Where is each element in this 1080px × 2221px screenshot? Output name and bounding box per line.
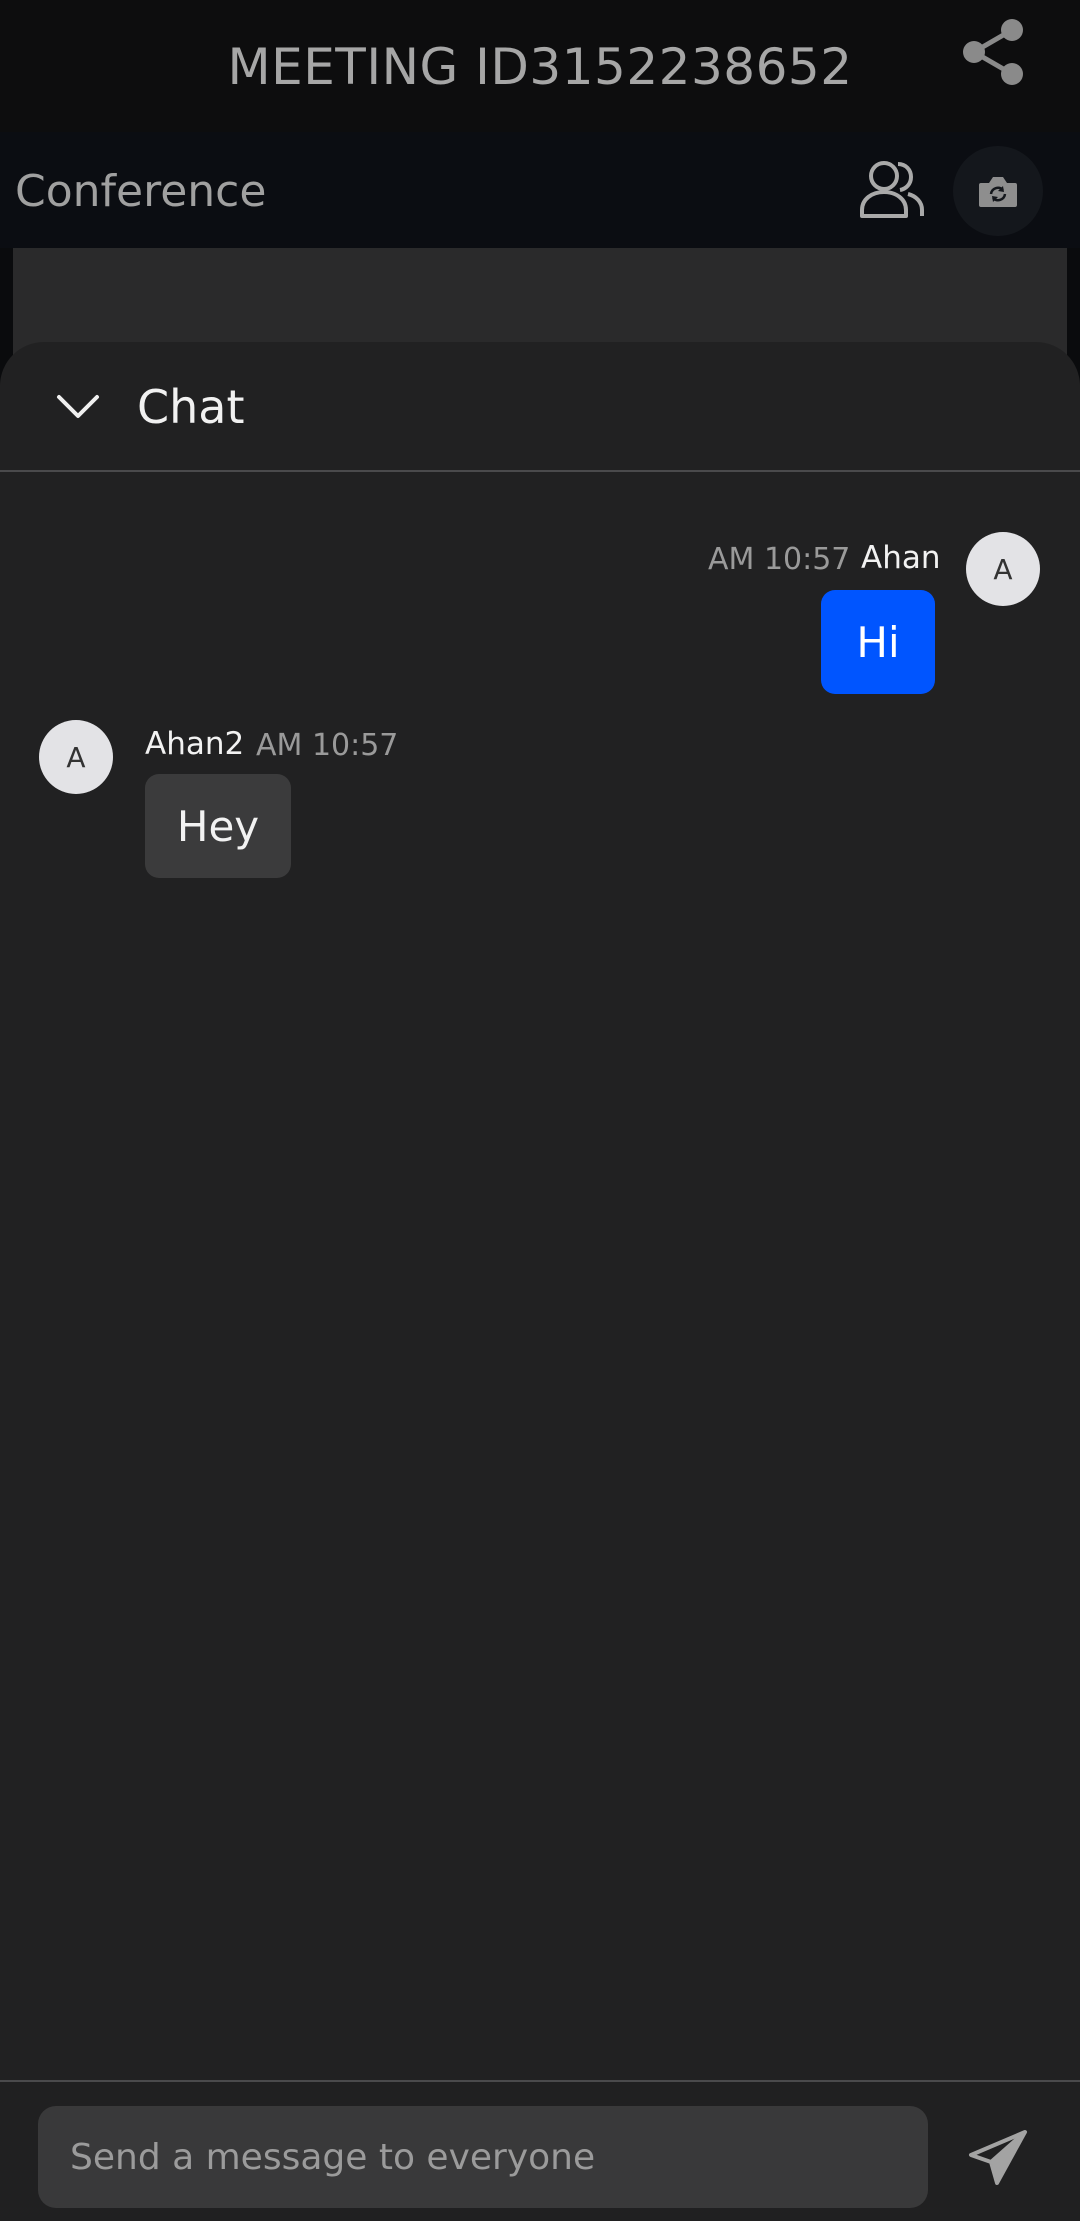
share-icon bbox=[963, 19, 1023, 85]
message-bubble: Hey bbox=[145, 774, 291, 878]
meeting-id-title: MEETING ID3152238652 bbox=[227, 38, 853, 96]
avatar: A bbox=[966, 532, 1040, 606]
share-button[interactable] bbox=[958, 14, 1030, 90]
chat-title: Chat bbox=[137, 380, 245, 434]
switch-camera-button[interactable] bbox=[953, 146, 1043, 236]
chevron-down-icon bbox=[57, 395, 99, 418]
message-composer bbox=[0, 2080, 1080, 2221]
message-input[interactable] bbox=[38, 2106, 928, 2208]
collapse-chat-button[interactable] bbox=[52, 382, 104, 432]
avatar-initial: A bbox=[66, 740, 86, 774]
message-time: AM 10:57 bbox=[256, 728, 399, 763]
message-sender: Ahan2 bbox=[145, 726, 245, 762]
send-icon bbox=[969, 2130, 1027, 2185]
participants-button[interactable] bbox=[855, 152, 929, 226]
chat-panel: Chat AM 10:57 Ahan A Hi A Ahan2 AM 10:57… bbox=[0, 342, 1080, 2221]
meeting-screen: MEETING ID3152238652 Conference Chat AM … bbox=[0, 0, 1080, 2221]
message-bubble: Hi bbox=[821, 590, 935, 694]
conference-header: Conference bbox=[0, 132, 1080, 248]
send-button[interactable] bbox=[962, 2122, 1034, 2194]
avatar: A bbox=[39, 720, 113, 794]
message-time: AM 10:57 bbox=[708, 542, 851, 577]
message-sender: Ahan bbox=[861, 540, 941, 576]
avatar-initial: A bbox=[993, 552, 1013, 586]
meeting-bar: MEETING ID3152238652 bbox=[0, 0, 1080, 132]
chat-header: Chat bbox=[0, 342, 1080, 472]
conference-title: Conference bbox=[15, 166, 267, 217]
participants-icon bbox=[860, 161, 924, 218]
camera-switch-icon bbox=[979, 177, 1017, 207]
